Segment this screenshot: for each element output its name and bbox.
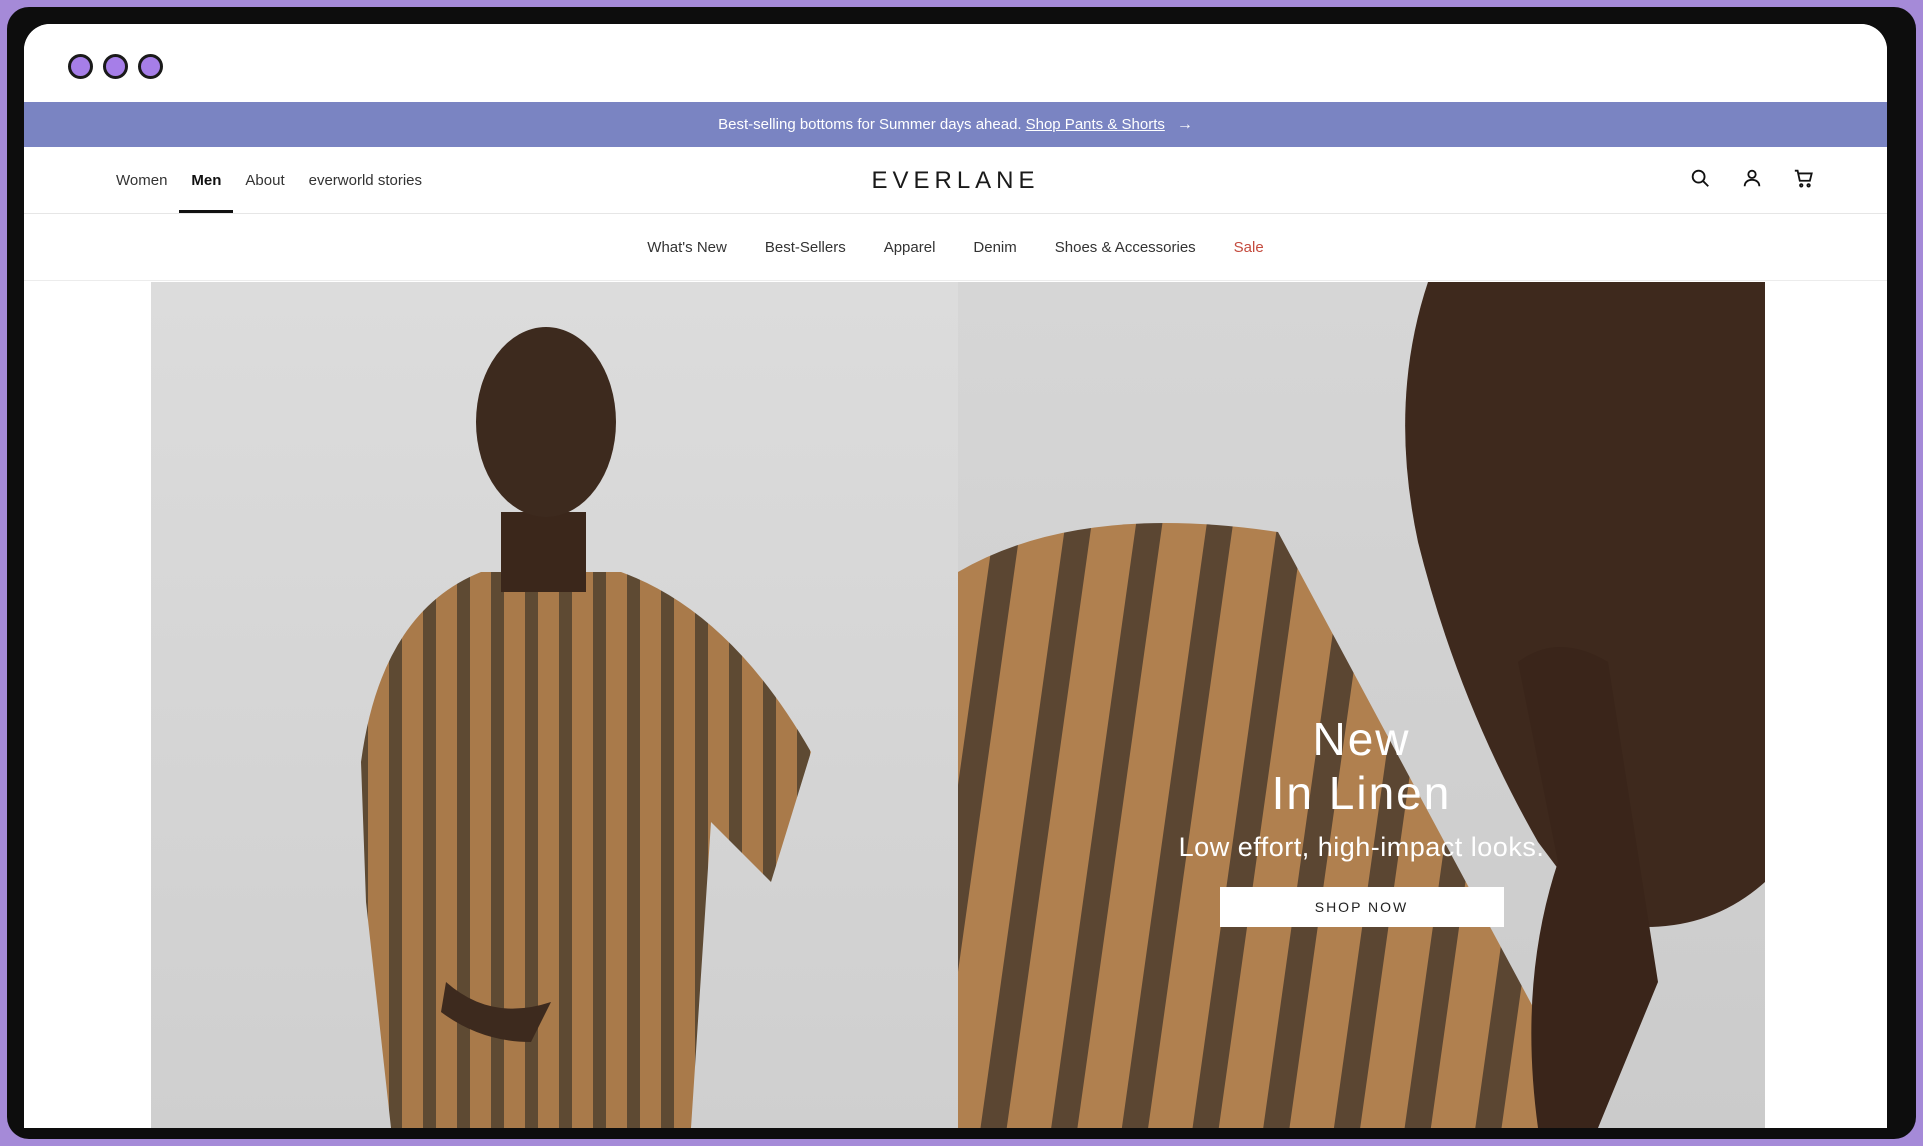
category-shoes-accessories[interactable]: Shoes & Accessories (1036, 239, 1215, 256)
hero-title-line1: New (1312, 713, 1411, 765)
category-apparel[interactable]: Apparel (865, 239, 955, 256)
hero-banner[interactable]: New In Linen Low effort, high-impact loo… (151, 282, 1765, 1128)
cart-icon[interactable] (1793, 167, 1815, 189)
window-maximize-button[interactable] (138, 54, 163, 79)
shop-now-button[interactable]: SHOP NOW (1219, 887, 1504, 927)
category-sale[interactable]: Sale (1215, 239, 1283, 256)
site-header: Women Men About everworld stories EVERLA… (24, 147, 1887, 214)
hero-image-left (151, 282, 958, 1128)
hero-subtitle: Low effort, high-impact looks. (1178, 832, 1545, 862)
title-bar (24, 24, 1887, 102)
hero-overlay: New In Linen Low effort, high-impact loo… (958, 712, 1765, 927)
hero-image-right (958, 282, 1765, 1128)
window-close-button[interactable] (68, 54, 93, 79)
account-icon[interactable] (1741, 167, 1763, 189)
category-nav: What's New Best-Sellers Apparel Denim Sh… (24, 214, 1887, 281)
announcement-bar: Best-selling bottoms for Summer days ahe… (24, 102, 1887, 147)
announcement-text: Best-selling bottoms for Summer days ahe… (718, 116, 1022, 133)
hero-title-line2: In Linen (1271, 767, 1452, 819)
arrow-right-icon[interactable]: → (1177, 116, 1193, 134)
search-icon[interactable] (1689, 167, 1711, 189)
category-denim[interactable]: Denim (954, 239, 1035, 256)
category-best-sellers[interactable]: Best-Sellers (746, 239, 865, 256)
header-icons (1689, 167, 1815, 189)
site-logo[interactable]: EVERLANE (24, 167, 1887, 195)
window-minimize-button[interactable] (103, 54, 128, 79)
category-whats-new[interactable]: What's New (628, 239, 746, 256)
browser-window: Best-selling bottoms for Summer days ahe… (24, 24, 1887, 1128)
shop-pants-shorts-link[interactable]: Shop Pants & Shorts (1026, 116, 1165, 133)
